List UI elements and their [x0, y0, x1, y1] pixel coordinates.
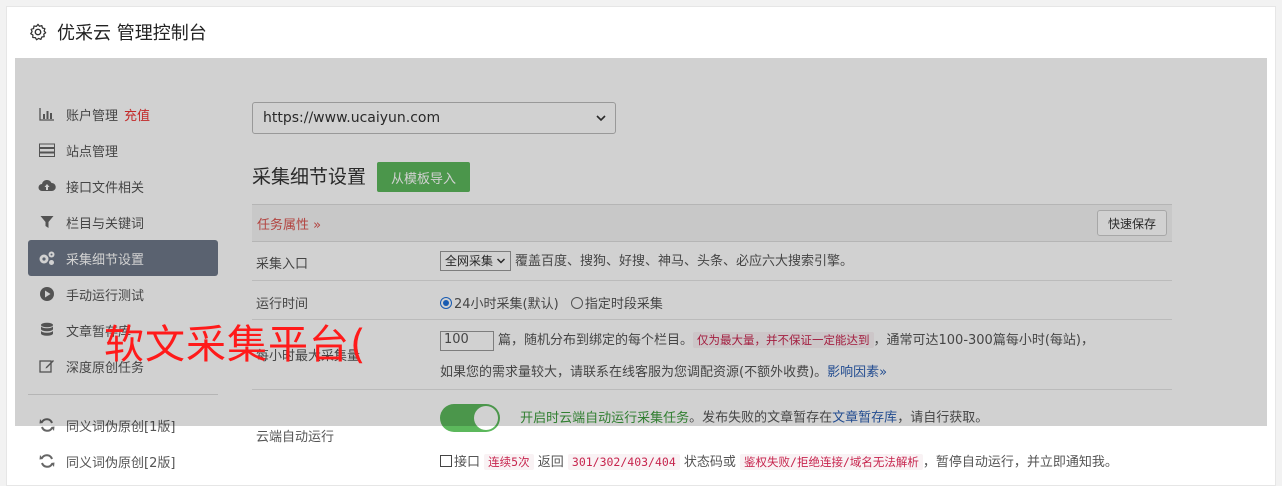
- refresh-icon: [38, 452, 56, 470]
- max-text-2: ，通常可达100-300篇每小时(每站)，: [873, 333, 1094, 348]
- sidebar: 账户管理 充值 站点管理 接口文件相关 栏目与关键词 采集细节设置 手动运行测试…: [28, 96, 218, 479]
- refresh-icon: [38, 416, 56, 434]
- content-area: 账户管理 充值 站点管理 接口文件相关 栏目与关键词 采集细节设置 手动运行测试…: [15, 58, 1267, 484]
- radio-scheduled[interactable]: [570, 297, 583, 309]
- cloud-text-2: ，请自行获取。: [897, 410, 989, 426]
- play-circle-icon: [38, 285, 56, 303]
- row-value: 100 篇，随机分布到绑定的每个栏目。 仅为最大量，并不保证一定能达到 ，通常可达10…: [440, 329, 1094, 351]
- import-template-button[interactable]: 从模板导入: [377, 162, 470, 192]
- sidebar-item-columns-keywords[interactable]: 栏目与关键词: [28, 204, 218, 240]
- row-max-per-hour: 每小时最大采集量 100 篇，随机分布到绑定的每个栏目。 仅为最大量，并不保证一定能…: [252, 320, 1172, 390]
- radio-24h[interactable]: [440, 297, 452, 309]
- cloud-on-text: 开启时云端自动运行采集任务: [520, 410, 690, 426]
- sidebar-item-label: 同义词伪原创[2版]: [66, 455, 176, 471]
- gear-icon: [30, 23, 47, 41]
- cloud-text-1: 。发布失败的文章暂存在: [689, 410, 833, 426]
- text-return: 返回: [537, 455, 564, 470]
- console-title: 优采云 管理控制台: [57, 23, 207, 44]
- cloud-auto-toggle[interactable]: [440, 404, 500, 432]
- sidebar-item-collect-settings[interactable]: 采集细节设置: [28, 240, 218, 276]
- sidebar-item-label: 账户管理: [66, 108, 119, 124]
- chevron-down-icon: [496, 257, 506, 264]
- text-end: ，暂停自动运行，并立即通知我。: [922, 455, 1118, 470]
- row-value: 开启时云端自动运行采集任务。发布失败的文章暂存在文章暂存库，请自行获取。: [440, 404, 988, 432]
- max-text-1: 篇，随机分布到绑定的每个栏目。: [498, 333, 694, 348]
- pause-on-error-checkbox[interactable]: [440, 455, 452, 467]
- collect-entry-desc: 覆盖百度、搜狗、好搜、神马、头条、必应六大搜索引擎。: [515, 254, 854, 269]
- quick-save-button[interactable]: 快速保存: [1096, 210, 1167, 236]
- server-icon: [38, 141, 56, 159]
- max-per-hour-input[interactable]: 100: [440, 330, 494, 351]
- pill-status-codes: 301/302/403/404: [567, 454, 680, 470]
- sidebar-item-sites[interactable]: 站点管理: [28, 132, 218, 168]
- chevron-down-icon: [596, 115, 606, 122]
- max-text-3: 如果您的需求量较大，请联系在线客服为您调配资源(不额外收费)。: [440, 365, 828, 380]
- row-value: 24小时采集(默认) 指定时段采集: [440, 293, 663, 312]
- row-run-time: 运行时间 24小时采集(默认) 指定时段采集: [252, 281, 1172, 320]
- pill-consecutive: 连续5次: [484, 454, 534, 470]
- site-url-select[interactable]: https://www.ucaiyun.com: [252, 102, 616, 134]
- edit-icon: [38, 357, 56, 375]
- watermark-text: 软文采集平台(: [104, 322, 367, 368]
- radio-24h-label: 24小时采集(默认): [454, 297, 559, 312]
- collect-entry-value: 全网采集: [445, 254, 494, 268]
- text-status: 状态码或: [683, 455, 736, 470]
- sidebar-item-label: 接口文件相关: [66, 180, 145, 196]
- section-title: 采集细节设置: [252, 166, 367, 188]
- row-value-line2: 如果您的需求量较大，请联系在线客服为您调配资源(不额外收费)。影响因素»: [440, 361, 887, 380]
- bar-chart-icon: [38, 105, 56, 123]
- sidebar-item-synonym-v2[interactable]: 同义词伪原创[2版]: [28, 443, 218, 479]
- settings-panel: 任务属性 » 快速保存 采集入口 全网采集 覆盖百度、搜狗、好搜、神马、头条、必应…: [252, 204, 1172, 480]
- sidebar-divider: [28, 394, 218, 395]
- sidebar-item-interface-files[interactable]: 接口文件相关: [28, 168, 218, 204]
- row-collect-entry: 采集入口 全网采集 覆盖百度、搜狗、好搜、神马、头条、必应六大搜索引擎。: [252, 242, 1172, 281]
- cogs-icon: [38, 249, 56, 267]
- radio-scheduled-label: 指定时段采集: [584, 297, 663, 312]
- checkbox-label: 接口: [454, 455, 481, 470]
- sidebar-item-account[interactable]: 账户管理 充值: [28, 96, 218, 132]
- console-header: 优采云 管理控制台: [7, 7, 1275, 57]
- row-label: 采集入口: [256, 257, 309, 272]
- sidebar-item-manual-test[interactable]: 手动运行测试: [28, 276, 218, 312]
- article-storage-link[interactable]: 文章暂存库: [832, 411, 897, 426]
- row-value-line2: 接口 连续5次 返回 301/302/403/404 状态码或 鉴权失败/拒绝连…: [440, 451, 1118, 470]
- cloud-upload-icon: [38, 177, 56, 195]
- site-url-value: https://www.ucaiyun.com: [263, 110, 441, 126]
- database-icon: [38, 321, 56, 339]
- row-label: 运行时间: [256, 297, 309, 312]
- sidebar-item-synonym-v1[interactable]: 同义词伪原创[1版]: [28, 407, 218, 443]
- row-value: 全网采集 覆盖百度、搜狗、好搜、神马、头条、必应六大搜索引擎。: [440, 250, 853, 271]
- panel-header: 任务属性 » 快速保存: [252, 204, 1172, 242]
- max-warning-pill: 仅为最大量，并不保证一定能达到: [693, 332, 874, 348]
- pill-errors: 鉴权失败/拒绝连接/域名无法解析: [740, 454, 923, 470]
- sidebar-item-label: 手动运行测试: [66, 288, 145, 304]
- sidebar-item-label: 同义词伪原创[1版]: [66, 419, 176, 435]
- row-cloud-auto: 云端自动运行 开启时云端自动运行采集任务。发布失败的文章暂存在文章暂存库，请自行…: [252, 390, 1172, 480]
- influence-factors-link[interactable]: 影响因素»: [827, 365, 887, 380]
- row-label: 云端自动运行: [256, 430, 335, 445]
- sidebar-item-label: 采集细节设置: [66, 252, 145, 268]
- task-properties-toggle[interactable]: 任务属性 »: [257, 214, 321, 233]
- filter-icon: [38, 213, 56, 231]
- collect-entry-select[interactable]: 全网采集: [440, 250, 512, 271]
- sidebar-item-label: 站点管理: [66, 144, 119, 160]
- sidebar-item-label: 栏目与关键词: [66, 216, 145, 232]
- recharge-link[interactable]: 充值: [124, 105, 150, 124]
